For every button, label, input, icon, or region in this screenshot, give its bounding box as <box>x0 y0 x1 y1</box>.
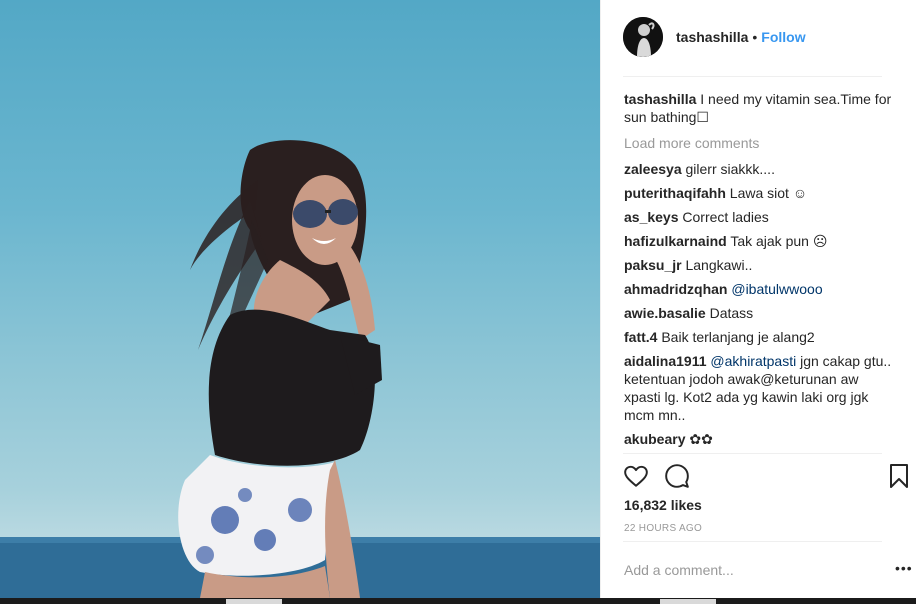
comment-username[interactable]: aidalina1911 <box>624 353 707 369</box>
comment-item: ahmadridzqhan @ibatulwwooo <box>624 280 894 298</box>
comment-item: as_keys Correct ladies <box>624 208 894 226</box>
post-timestamp[interactable]: 22 HOURS AGO <box>624 523 702 534</box>
add-comment-input[interactable]: Add a comment... <box>624 562 734 578</box>
post-actions <box>623 463 908 489</box>
post-sidebar: tashashilla • Follow tashashilla I need my… <box>600 0 916 598</box>
load-more-comments-button[interactable]: Load more comments <box>624 134 894 152</box>
actions-divider <box>623 453 882 454</box>
heart-outline-icon[interactable] <box>623 463 649 489</box>
comment-text: Lawa siot ☺ <box>729 185 808 201</box>
comment-item: akubeary ✿✿ <box>624 430 894 448</box>
comment-text: ✿✿ <box>689 431 713 447</box>
comment-username[interactable]: puterithaqifahh <box>624 185 726 201</box>
comment-username[interactable]: ahmadridzqhan <box>624 281 727 297</box>
comment-item: awie.basalie Datass <box>624 304 894 322</box>
photo-illustration <box>0 140 600 598</box>
comment-text: Tak ajak pun ☹ <box>730 233 828 249</box>
bookmark-icon[interactable] <box>887 463 913 489</box>
comment-mention[interactable]: @akhiratpasti <box>710 353 796 369</box>
header-divider <box>623 76 882 77</box>
header-text: tashashilla • Follow <box>676 29 806 45</box>
avatar-image <box>623 17 663 57</box>
post-caption: tashashilla I need my vitamin sea.Time f… <box>624 90 894 126</box>
comment-text: Datass <box>709 305 754 321</box>
header-separator: • <box>752 29 758 45</box>
comment-item: zaleesya gilerr siakkk.... <box>624 160 894 178</box>
comment-username[interactable]: hafizulkarnaind <box>624 233 727 249</box>
speech-bubble-icon[interactable] <box>664 463 690 489</box>
comment-username[interactable]: as_keys <box>624 209 679 225</box>
taskbar-item[interactable] <box>226 599 282 604</box>
comment-item: paksu_jr Langkawi.. <box>624 256 894 274</box>
header-username[interactable]: tashashilla <box>676 29 748 45</box>
comment-mention[interactable]: @ibatulwwooo <box>731 281 822 297</box>
comment-input-divider <box>623 541 882 542</box>
post-photo[interactable] <box>0 0 600 598</box>
likes-count[interactable]: 16,832 likes <box>624 497 702 513</box>
comment-item: fatt.4 Baik terlanjang je alang2 <box>624 328 894 346</box>
taskbar-strip <box>0 598 916 604</box>
follow-button[interactable]: Follow <box>761 29 805 45</box>
comment-username[interactable]: fatt.4 <box>624 329 657 345</box>
comment-text: Langkawi.. <box>685 257 753 273</box>
caption-username[interactable]: tashashilla <box>624 91 696 107</box>
ellipsis-icon[interactable]: ••• <box>895 560 913 576</box>
comment-username[interactable]: awie.basalie <box>624 305 706 321</box>
comments-list: tashashilla I need my vitamin sea.Time f… <box>624 90 894 454</box>
comment-text: Correct ladies <box>682 209 769 225</box>
comment-text: Baik terlanjang je alang2 <box>661 329 815 345</box>
comment-text: gilerr siakkk.... <box>685 161 775 177</box>
comment-username[interactable]: paksu_jr <box>624 257 682 273</box>
taskbar-item[interactable] <box>660 599 716 604</box>
comment-username[interactable]: zaleesya <box>624 161 682 177</box>
comment-item: hafizulkarnaind Tak ajak pun ☹ <box>624 232 894 250</box>
post-header: tashashilla • Follow <box>601 0 916 76</box>
comment-item: aidalina1911 @akhiratpasti jgn cakap gtu… <box>624 352 894 424</box>
comment-username[interactable]: akubeary <box>624 431 685 447</box>
avatar[interactable] <box>623 17 663 57</box>
comment-item: puterithaqifahh Lawa siot ☺ <box>624 184 894 202</box>
